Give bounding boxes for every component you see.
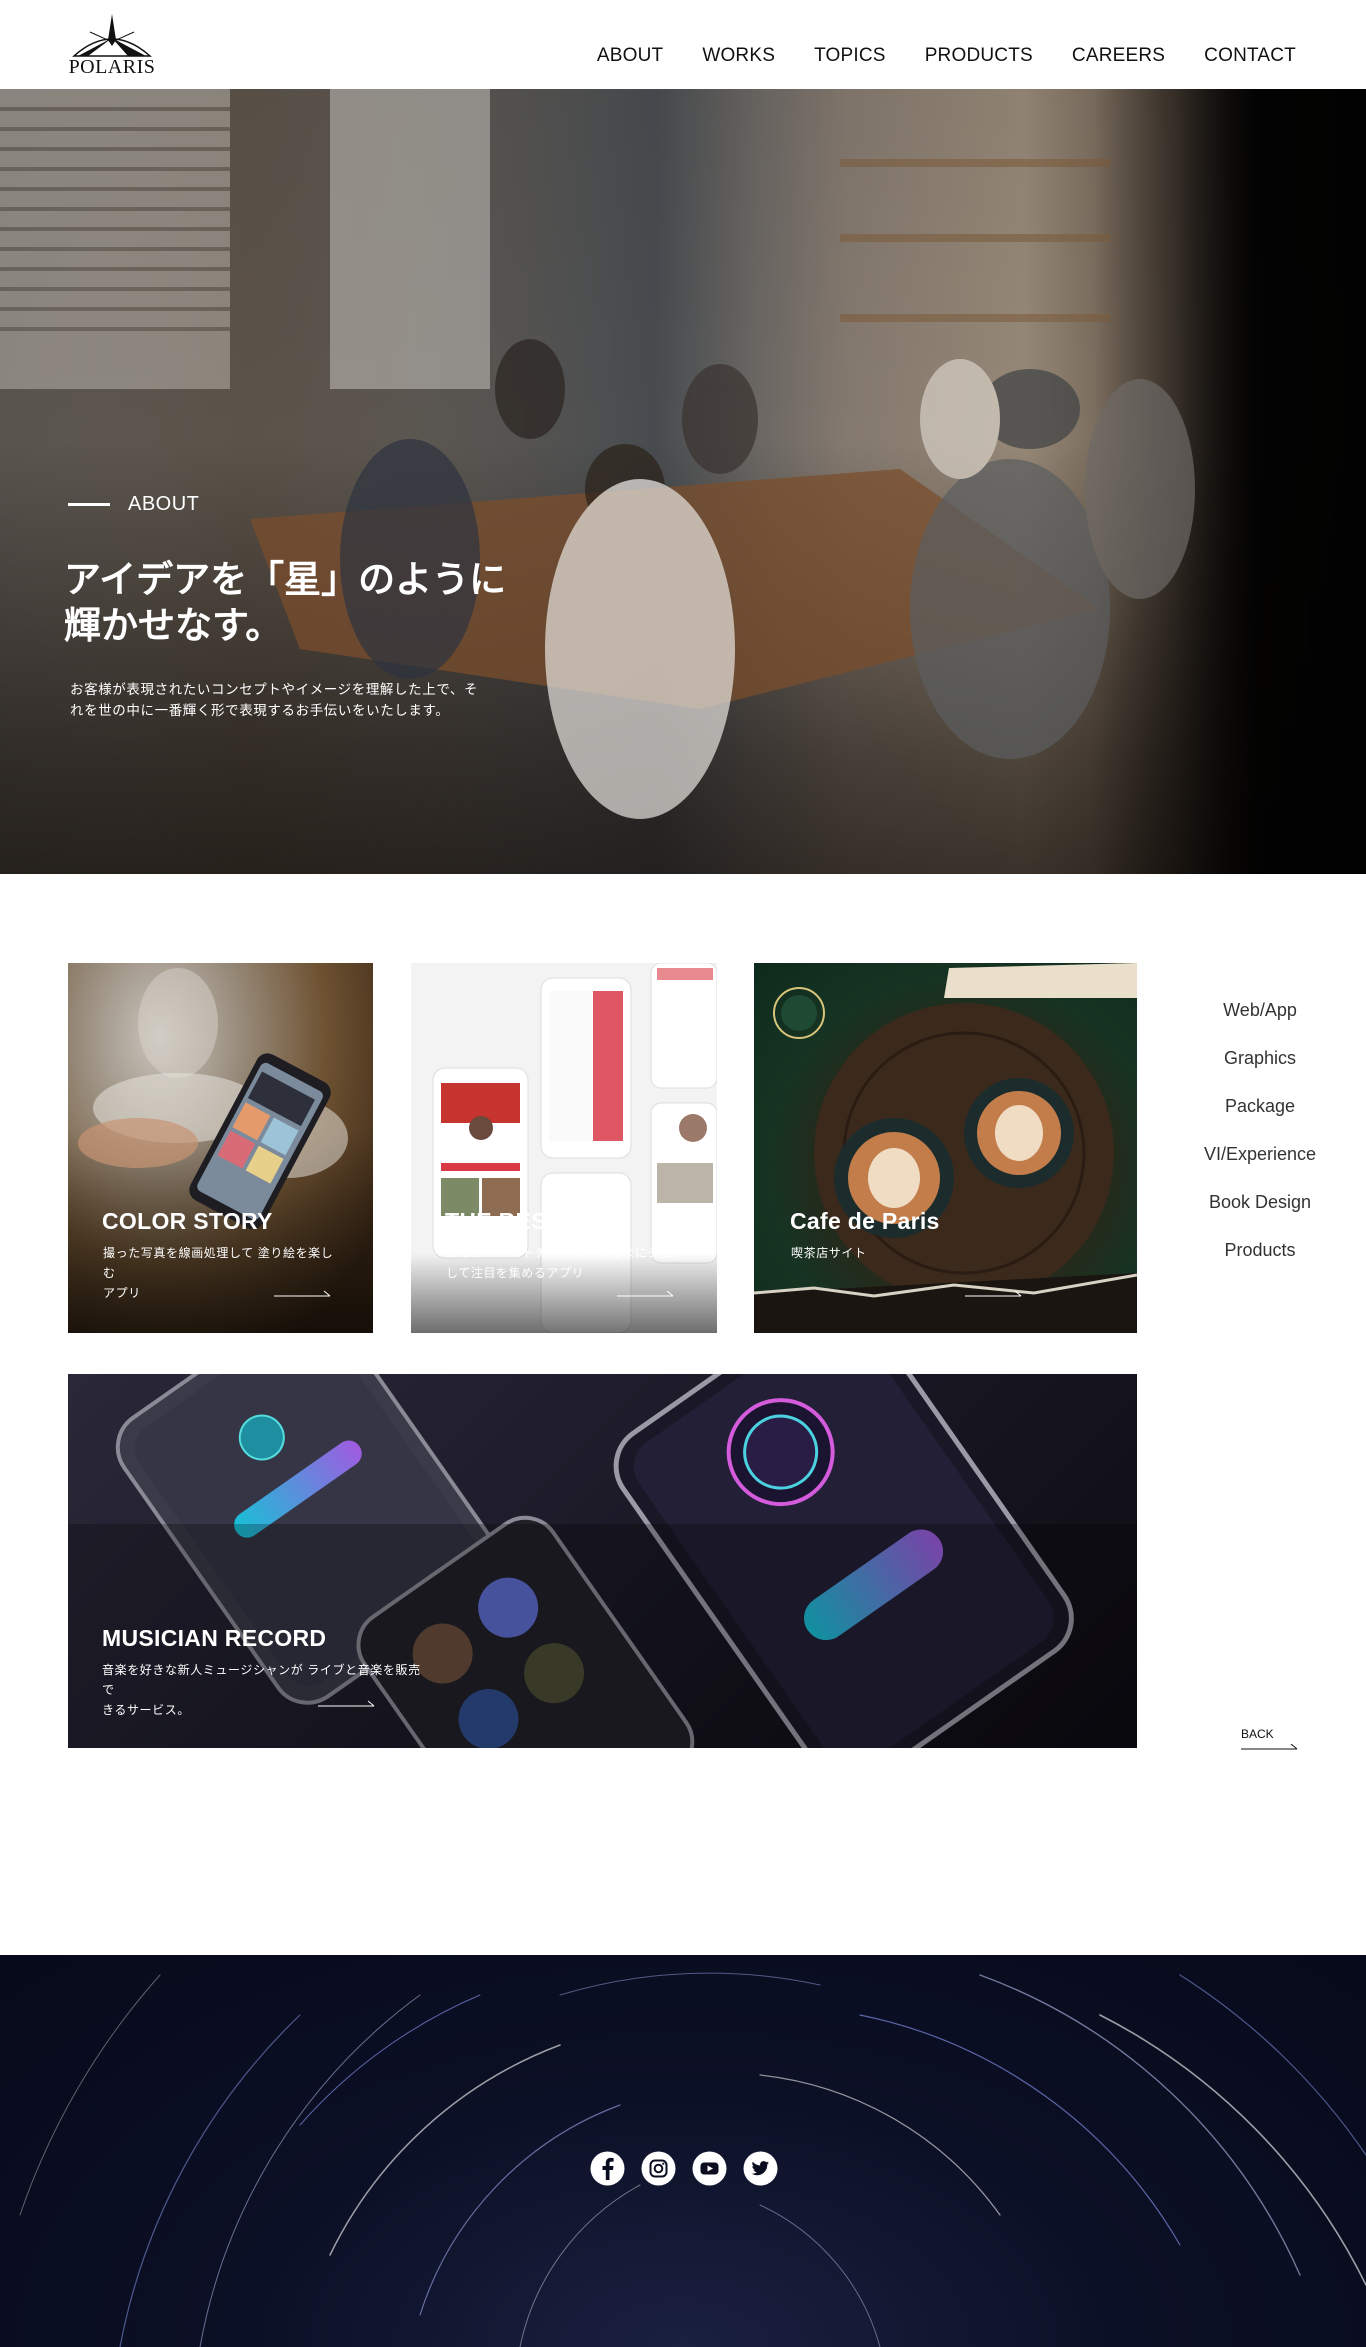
work-desc-line1: あなたのベストチョイスをみんなにシェア	[446, 1246, 686, 1260]
work-card-musician-record[interactable]: MUSICIAN RECORD 音楽を好きな新人ミュージシャンが ライブと音楽を…	[68, 1374, 1137, 1748]
hero-desc-line2: れを世の中に一番輝く形で表現するお手伝いをいたします。	[70, 703, 450, 718]
hero-photo	[0, 89, 1195, 819]
work-description: あなたのベストチョイスをみんなにシェア して注目を集めるアプリ	[446, 1243, 696, 1283]
nav-products[interactable]: PRODUCTS	[925, 45, 1033, 67]
work-card-color-story[interactable]: COLOR STORY 撮った写真を線画処理して 塗り絵を楽しむ アプリ	[68, 963, 373, 1333]
work-desc-line1: 喫茶店サイト	[791, 1246, 867, 1260]
work-title: Cafe de Paris	[790, 1208, 940, 1234]
hero-title-line1: アイデアを「星」のように	[64, 559, 507, 600]
category-products[interactable]: Products	[1180, 1240, 1340, 1288]
hero-section: ABOUT アイデアを「星」のように 輝かせなす。 お客様が表現されたいコンセプ…	[0, 89, 1366, 874]
back-arrow-icon[interactable]	[1241, 1744, 1299, 1750]
hero-title: アイデアを「星」のように 輝かせなす。	[64, 557, 564, 649]
hero-description: お客様が表現されたいコンセプトやイメージを理解した上で、そ れを世の中に一番輝く…	[70, 679, 530, 721]
polaris-star-icon	[72, 14, 152, 57]
work-title: COLOR STORY	[102, 1208, 273, 1234]
work-desc-line1: 音楽を好きな新人ミュージシャンが ライブと音楽を販売で	[102, 1663, 421, 1697]
twitter-icon[interactable]	[742, 2150, 779, 2187]
site-header: POLARIS ABOUT WORKS TOPICS PRODUCTS CARE…	[0, 0, 1366, 89]
work-desc-line2: して注目を集めるアプリ	[446, 1266, 585, 1280]
category-package[interactable]: Package	[1180, 1096, 1340, 1144]
category-vi-experience[interactable]: VI/Experience	[1180, 1144, 1340, 1192]
nav-contact[interactable]: CONTACT	[1204, 45, 1296, 67]
arrow-right-icon[interactable]	[617, 1290, 675, 1298]
work-card-cafe-de-paris[interactable]: Cafe de Paris 喫茶店サイト	[754, 963, 1137, 1333]
hero-title-line2: 輝かせなす。	[64, 605, 283, 646]
work-description: 喫茶店サイト	[791, 1243, 1041, 1263]
main-nav: ABOUT WORKS TOPICS PRODUCTS CAREERS CONT…	[558, 45, 1296, 67]
about-label: ABOUT	[68, 493, 199, 516]
nav-careers[interactable]: CAREERS	[1072, 45, 1165, 67]
work-title: THE BEST	[445, 1208, 562, 1234]
hero-desc-line1: お客様が表現されたいコンセプトやイメージを理解した上で、そ	[70, 682, 479, 697]
cafe-photo	[754, 963, 1137, 1333]
category-book-design[interactable]: Book Design	[1180, 1192, 1340, 1240]
arrow-right-icon[interactable]	[318, 1700, 376, 1708]
nav-topics[interactable]: TOPICS	[814, 45, 886, 67]
polaris-logo[interactable]: POLARIS	[68, 12, 156, 80]
back-link[interactable]: BACK	[1241, 1727, 1274, 1741]
category-list: Web/App Graphics Package VI/Experience B…	[1180, 1000, 1340, 1288]
about-label-text: ABOUT	[128, 493, 200, 515]
work-title: MUSICIAN RECORD	[102, 1625, 327, 1651]
nav-about[interactable]: ABOUT	[597, 45, 663, 67]
arrow-right-icon[interactable]	[274, 1290, 332, 1298]
category-graphics[interactable]: Graphics	[1180, 1048, 1340, 1096]
nav-works[interactable]: WORKS	[702, 45, 775, 67]
logo-text: POLARIS	[68, 56, 156, 78]
youtube-icon[interactable]	[691, 2150, 728, 2187]
work-description: 音楽を好きな新人ミュージシャンが ライブと音楽を販売で きるサービス。	[102, 1660, 432, 1720]
work-desc-line1: 撮った写真を線画処理して 塗り絵を楽しむ	[103, 1246, 334, 1280]
work-card-the-best[interactable]: THE BEST あなたのベストチョイスをみんなにシェア して注目を集めるアプリ	[411, 963, 717, 1333]
social-links	[589, 2150, 793, 2187]
facebook-icon[interactable]	[589, 2150, 626, 2187]
category-web-app[interactable]: Web/App	[1180, 1000, 1340, 1048]
work-desc-line2: きるサービス。	[102, 1703, 190, 1717]
about-dash	[68, 503, 110, 506]
instagram-icon[interactable]	[640, 2150, 677, 2187]
arrow-right-icon[interactable]	[965, 1290, 1023, 1298]
